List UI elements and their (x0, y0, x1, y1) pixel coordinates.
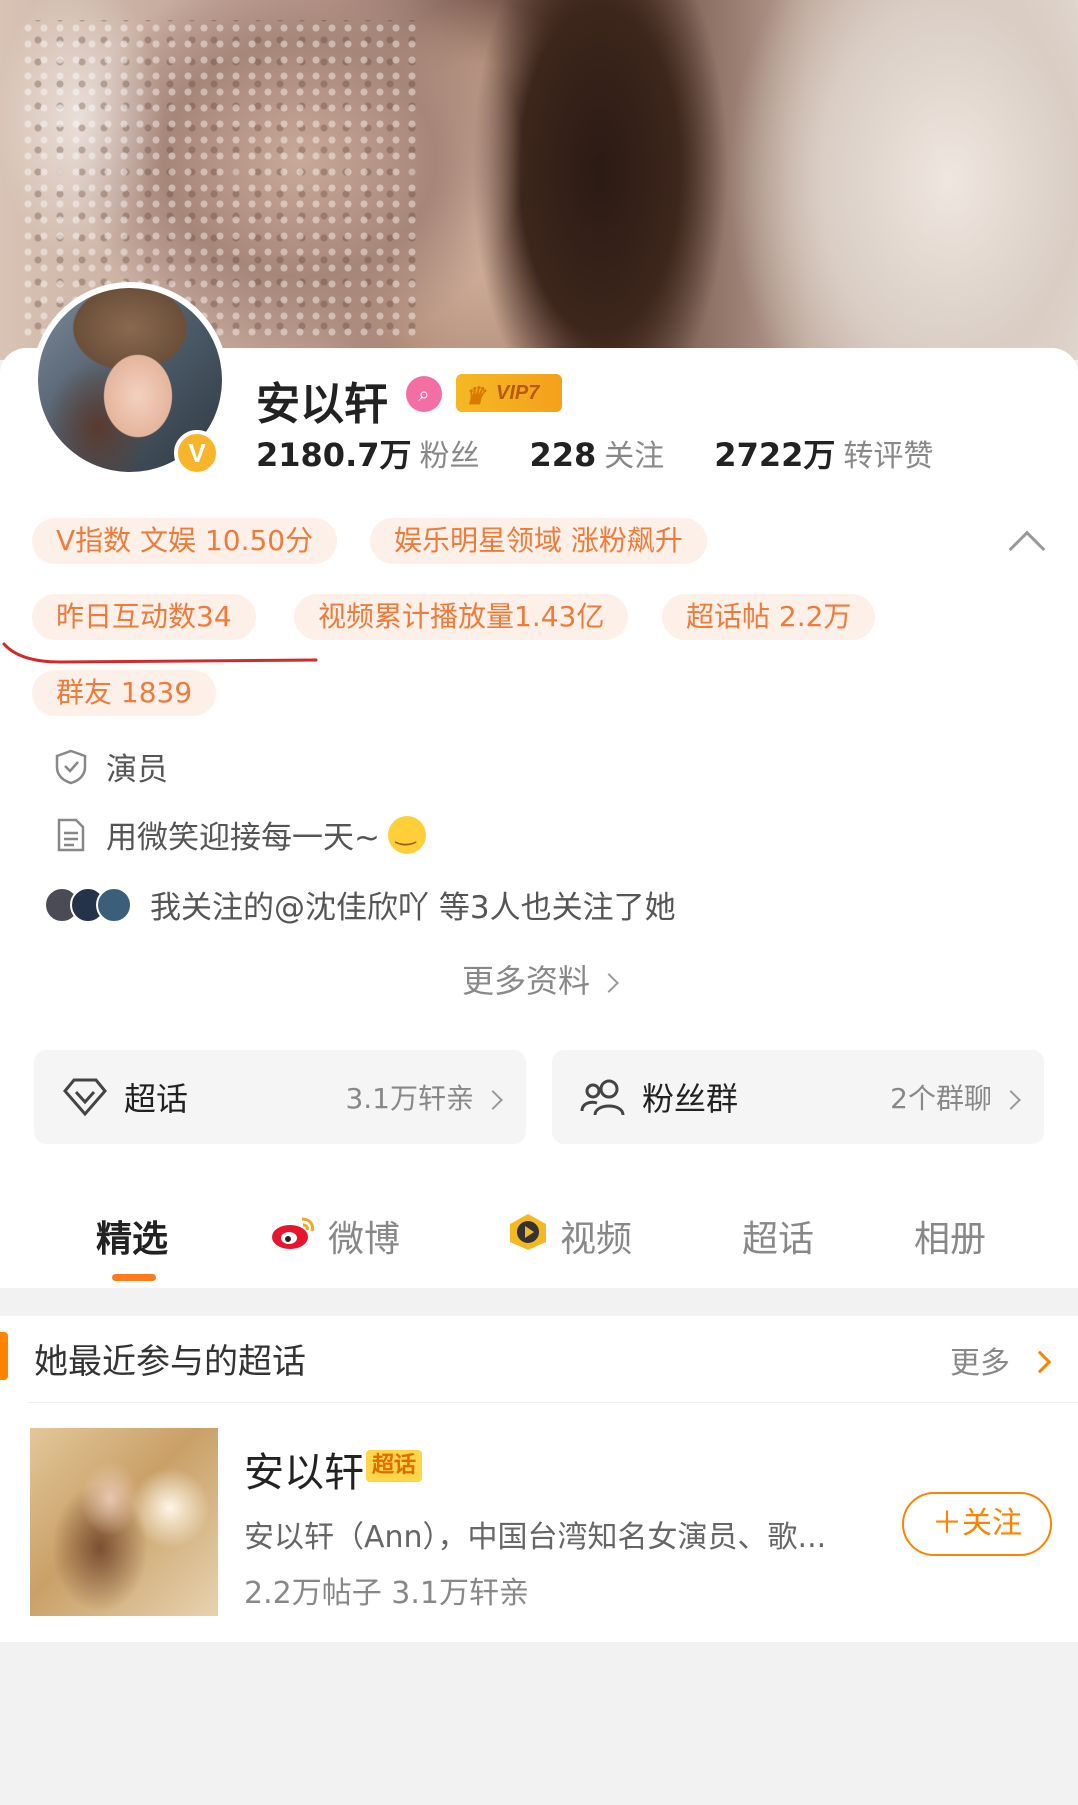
tag-v-index[interactable]: V指数 文娱 10.50分 (32, 518, 338, 564)
verified-v-icon: V (174, 430, 220, 476)
tab-album[interactable]: 相册 (914, 1210, 986, 1262)
weibo-logo-icon (270, 1213, 318, 1260)
tag-video-plays[interactable]: 视频累计播放量1.43亿 (294, 594, 629, 640)
chevron-right-icon (483, 1090, 503, 1110)
supertopic-badge: 超话 (366, 1450, 423, 1482)
video-play-icon (506, 1212, 550, 1261)
tab-featured[interactable]: 精选 (96, 1210, 168, 1262)
group-people-icon (578, 1072, 628, 1122)
tag-interactions[interactable]: 昨日互动数34 (32, 594, 256, 640)
section-accent-bar (0, 1332, 8, 1380)
chevron-right-icon (599, 973, 619, 993)
active-tab-indicator (112, 1274, 156, 1281)
tag-supertopic-posts[interactable]: 超话帖 2.2万 (662, 594, 876, 640)
vip-badge[interactable]: ♛ VIP7 (456, 374, 562, 412)
crown-icon: ♛ (464, 383, 486, 410)
section-more-link[interactable]: 更多 (950, 1338, 1010, 1382)
tab-supertopic[interactable]: 超话 (742, 1210, 814, 1262)
cover-sequin-pattern (20, 20, 420, 340)
topic-description: 安以轩（Ann），中国台湾知名女演员、歌... (244, 1520, 827, 1555)
bio-row: 用微笑迎接每一天~ (52, 812, 426, 857)
occupation-row: 演员 (52, 744, 168, 789)
topic-thumbnail[interactable] (30, 1428, 218, 1616)
chevron-right-icon (1001, 1090, 1021, 1110)
plus-icon: ＋ (932, 1506, 962, 1541)
stat-fans[interactable]: 2180.7万 粉丝 (256, 430, 480, 476)
stat-following[interactable]: 228 关注 (530, 431, 665, 475)
more-info-link[interactable]: 更多资料 (0, 956, 1078, 1002)
recent-supertopics-section: 她最近参与的超话 更多 安以轩 超话 安以轩（Ann），中国台湾知名女演员、歌.… (0, 1316, 1078, 1642)
divider (28, 1402, 1078, 1403)
red-underline-annotation (2, 642, 318, 664)
shield-icon (52, 748, 90, 786)
mutual-avatars (44, 886, 132, 923)
tag-fan-growth[interactable]: 娱乐明星领域 涨粉飙升 (370, 518, 707, 564)
tab-weibo[interactable]: 微博 (270, 1210, 400, 1262)
content-tabs: 精选 微博 视频 超话 相册 (0, 1210, 1078, 1294)
mutual-follow-row[interactable]: 我关注的@沈佳欣吖 等3人也关注了她 (44, 882, 676, 927)
tag-group-friends[interactable]: 群友 1839 (32, 670, 217, 716)
profile-name: 安以轩 (256, 379, 388, 430)
diamond-icon (60, 1072, 110, 1122)
section-title: 她最近参与的超话 (34, 1342, 306, 1382)
profile-stats: 2180.7万 粉丝 228 关注 2722万 转评赞 (256, 430, 933, 476)
topic-meta: 2.2万帖子 3.1万轩亲 (244, 1576, 529, 1611)
document-icon (52, 816, 90, 854)
stat-reposts-likes[interactable]: 2722万 转评赞 (714, 430, 933, 476)
follow-button[interactable]: ＋关注 (902, 1492, 1052, 1556)
supertopic-box[interactable]: 超话 3.1万轩亲 (34, 1050, 526, 1144)
chevron-right-icon[interactable] (1028, 1350, 1052, 1374)
tab-video[interactable]: 视频 (506, 1210, 632, 1262)
search-badge-icon[interactable]: ⌕ (406, 376, 442, 412)
mutual-avatar (96, 886, 132, 923)
fan-group-box[interactable]: 粉丝群 2个群聊 (552, 1050, 1044, 1144)
topic-name[interactable]: 安以轩 (244, 1440, 364, 1498)
smile-emoji-icon (387, 815, 426, 854)
